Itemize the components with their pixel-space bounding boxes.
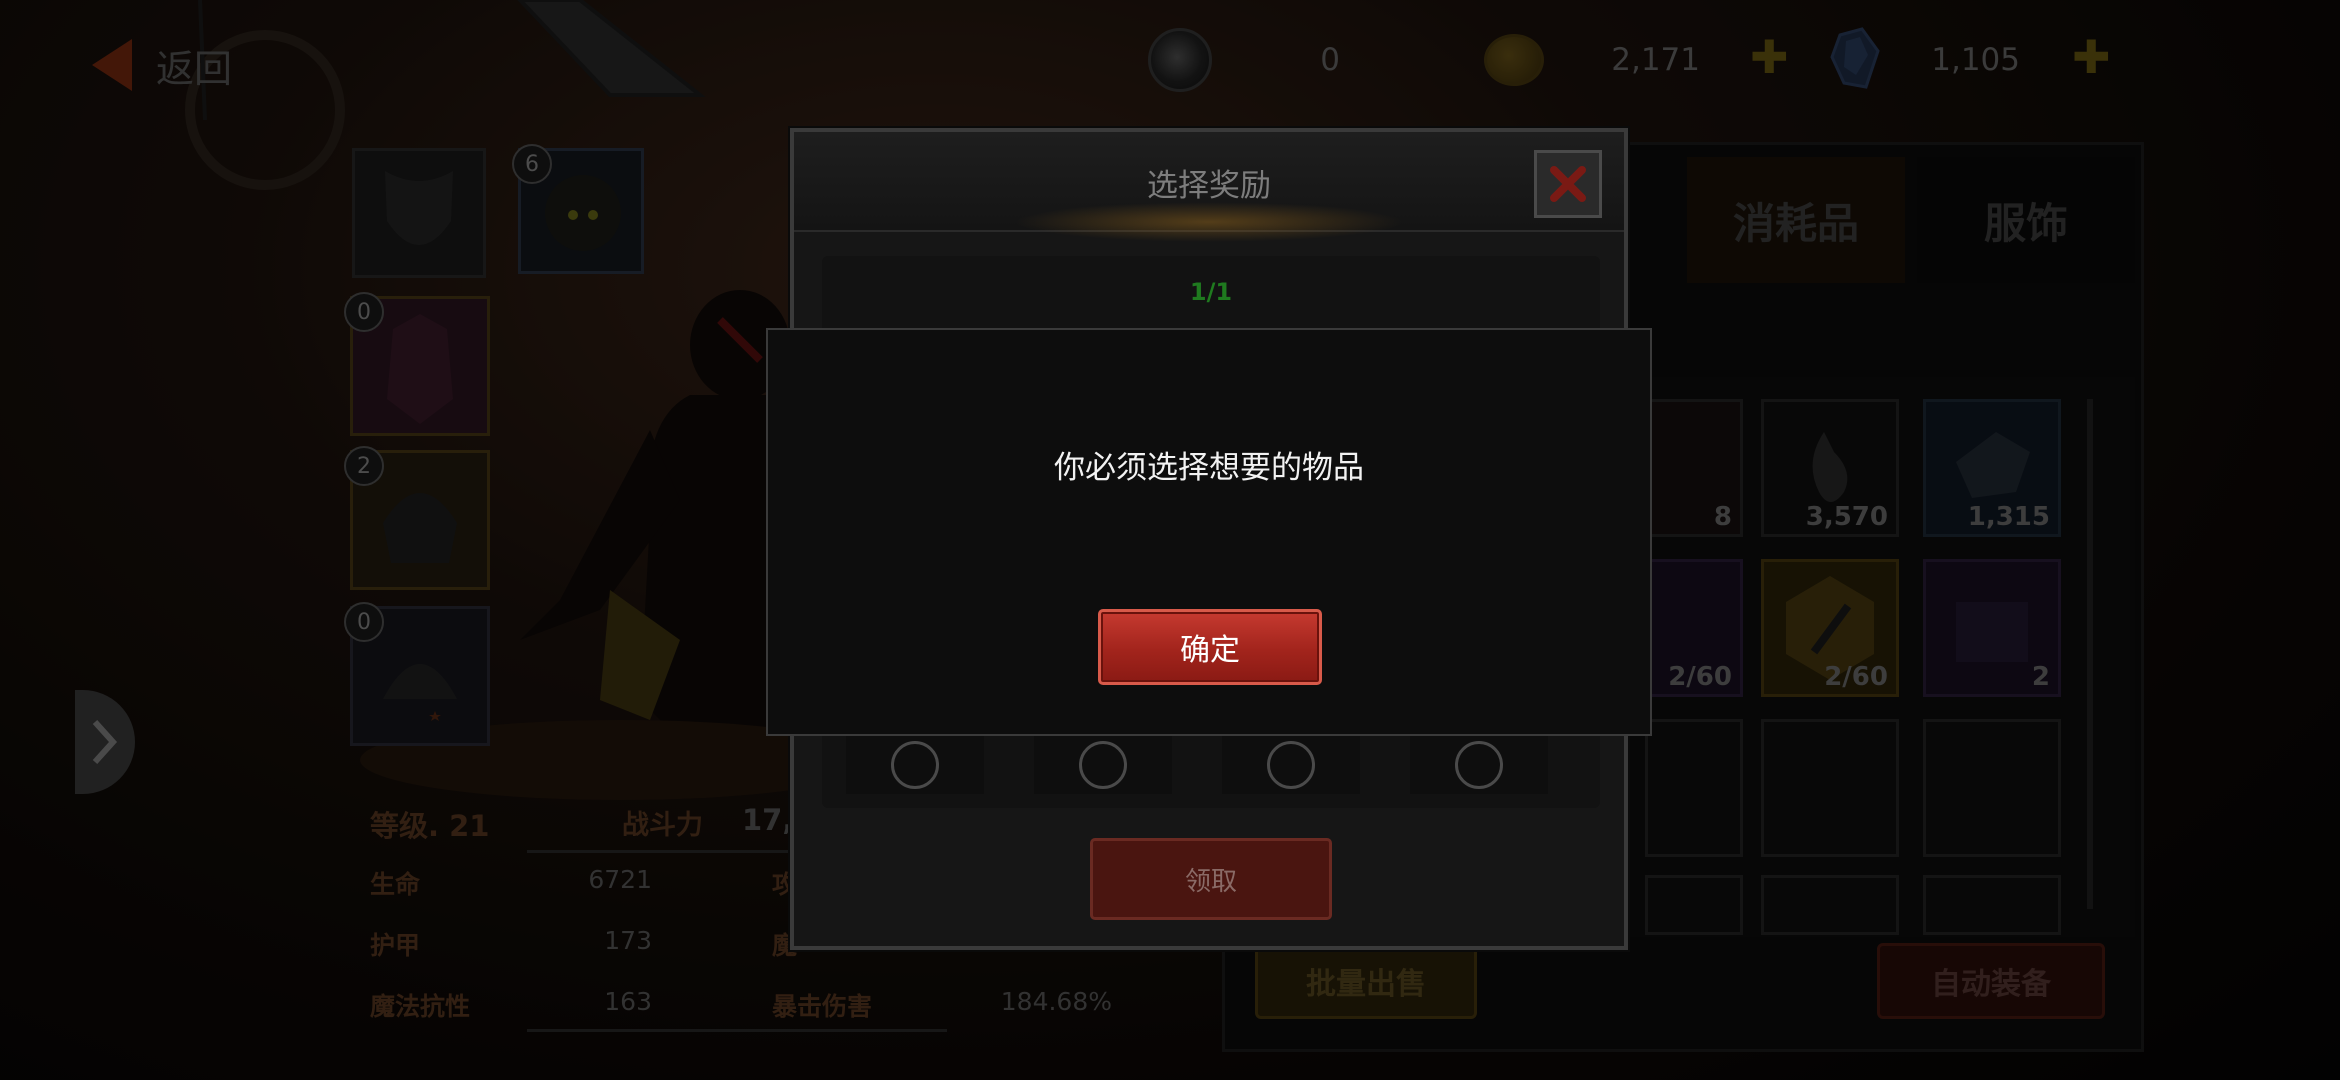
reward-option[interactable] — [846, 736, 984, 794]
reward-option[interactable] — [1222, 736, 1360, 794]
dialog-title: 选择奖励 — [1147, 167, 1271, 204]
close-x-icon — [1550, 166, 1586, 202]
close-button[interactable] — [1534, 150, 1602, 218]
confirm-button[interactable]: 确定 — [1098, 609, 1322, 685]
radio-button[interactable] — [891, 741, 939, 789]
reward-options — [846, 736, 1576, 798]
alert-dialog: 你必须选择想要的物品 确定 — [766, 328, 1652, 736]
selection-counter: 1/1 — [1189, 278, 1233, 306]
radio-button[interactable] — [1267, 741, 1315, 789]
reward-option[interactable] — [1410, 736, 1548, 794]
claim-button[interactable]: 领取 — [1090, 838, 1332, 920]
alert-message: 你必须选择想要的物品 — [1054, 450, 1364, 486]
radio-button[interactable] — [1079, 741, 1127, 789]
radio-button[interactable] — [1455, 741, 1503, 789]
reward-option[interactable] — [1034, 736, 1172, 794]
